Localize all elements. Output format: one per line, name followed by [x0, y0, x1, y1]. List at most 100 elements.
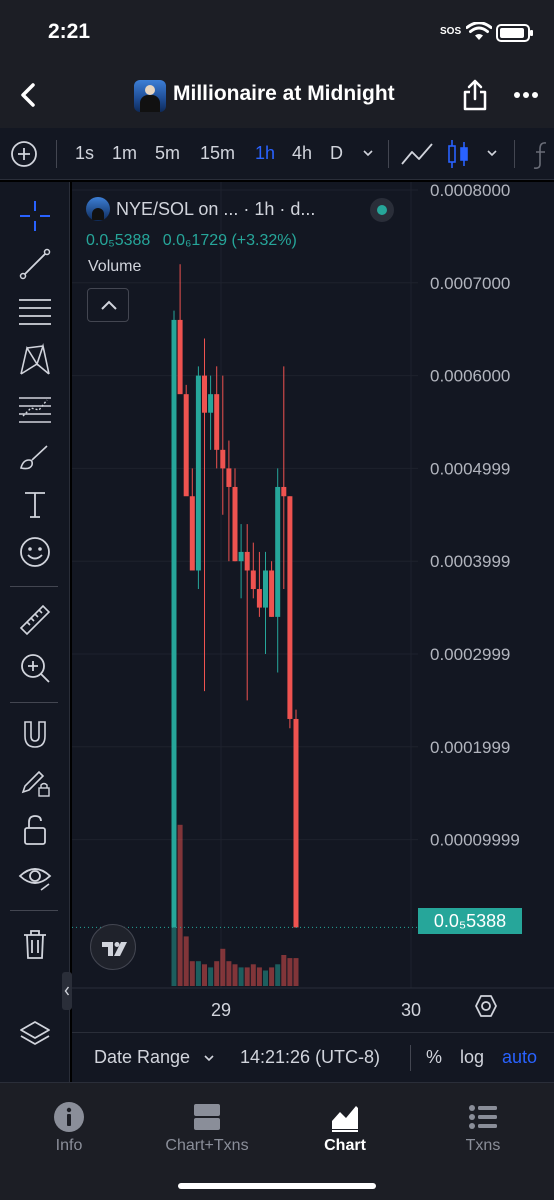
- back-icon[interactable]: [14, 80, 44, 110]
- brush-icon[interactable]: [17, 438, 53, 474]
- volume-bar: [281, 955, 287, 986]
- toolbar-divider: [56, 140, 57, 168]
- zoom-in-icon[interactable]: [17, 650, 53, 686]
- candle-body: [281, 486, 287, 497]
- candle-body: [232, 486, 238, 562]
- line-chart-icon[interactable]: [400, 140, 434, 168]
- emoji-icon[interactable]: [17, 534, 53, 570]
- candle-body: [220, 449, 226, 469]
- interval-1m[interactable]: 1m: [112, 143, 137, 164]
- share-icon[interactable]: [460, 78, 490, 112]
- projection-icon[interactable]: [17, 390, 53, 426]
- ruler-icon[interactable]: [17, 602, 53, 638]
- volume-bar: [202, 964, 207, 986]
- area-chart-icon: [332, 1106, 358, 1132]
- collapse-legend-button[interactable]: [87, 288, 129, 322]
- chart-footer: Date Range 14:21:26 (UTC-8) % log auto: [72, 1032, 554, 1082]
- chevron-down-icon[interactable]: [361, 146, 375, 160]
- candle-body: [226, 468, 232, 487]
- toolbar-divider: [10, 586, 58, 587]
- y-axis-label: 0.0002999: [430, 645, 510, 664]
- legend-change: 0.0₆1729 (+3.32%): [162, 232, 297, 249]
- candle-body: [195, 375, 201, 571]
- volume-bar: [293, 958, 299, 986]
- toolbar-divider: [10, 702, 58, 703]
- tab-label: Info: [55, 1137, 83, 1154]
- candle-body: [214, 394, 220, 450]
- chart-clock[interactable]: 14:21:26 (UTC-8): [240, 1047, 380, 1068]
- interval-4h[interactable]: 4h: [292, 143, 312, 164]
- interval-d[interactable]: D: [330, 143, 343, 164]
- candlestick-chart[interactable]: 0.0008000 0.0007000 0.0006000 0.0004999 0.00…: [72, 182, 554, 1032]
- add-icon[interactable]: [10, 140, 38, 168]
- magnet-icon[interactable]: [17, 716, 53, 752]
- interval-5m[interactable]: 5m: [155, 143, 180, 164]
- chevron-left-icon: [64, 986, 70, 996]
- auto-scale-button[interactable]: auto: [502, 1047, 537, 1068]
- candle-body: [183, 394, 189, 497]
- y-axis-label: 0.0001999: [430, 738, 510, 757]
- volume-bar: [287, 958, 293, 986]
- chevron-down-icon[interactable]: [202, 1051, 216, 1065]
- volume-bar: [263, 970, 268, 986]
- date-range-button[interactable]: Date Range: [94, 1047, 190, 1068]
- legend-title[interactable]: NYE/SOL on ... · 1h · d...: [116, 199, 315, 220]
- chart-toolbar: 1s 1m 5m 15m 1h 4h D: [0, 128, 554, 180]
- log-scale-button[interactable]: log: [460, 1047, 484, 1068]
- trend-line-icon[interactable]: [17, 246, 53, 282]
- settings-icon[interactable]: [472, 992, 500, 1020]
- candle-body: [275, 486, 281, 617]
- volume-label[interactable]: Volume: [88, 258, 141, 276]
- volume-bar: [183, 936, 189, 986]
- tab-label: Chart: [324, 1137, 366, 1154]
- candlestick-icon[interactable]: [446, 138, 470, 170]
- nav-header: Millionaire at Midnight: [0, 62, 554, 128]
- text-icon[interactable]: [17, 486, 53, 522]
- x-axis-label: 30: [401, 1000, 421, 1020]
- lock-drawing-icon[interactable]: [17, 764, 53, 800]
- candle-body: [238, 551, 244, 562]
- pattern-icon[interactable]: [17, 342, 53, 378]
- volume-bar: [275, 964, 281, 986]
- trash-icon[interactable]: [17, 926, 53, 962]
- y-axis-label: 0.0003999: [430, 552, 510, 571]
- chart-area[interactable]: 0.0008000 0.0007000 0.0006000 0.0004999 0.00…: [72, 182, 554, 1082]
- token-logo: [86, 197, 110, 221]
- bottom-tab-bar: Info Chart+Txns Chart Txns: [0, 1082, 554, 1200]
- interval-15m[interactable]: 15m: [200, 143, 235, 164]
- footer-divider: [410, 1045, 411, 1071]
- volume-bar: [256, 967, 262, 986]
- y-axis-label: 0.0006000: [430, 367, 510, 386]
- interval-1h[interactable]: 1h: [255, 143, 275, 164]
- sos-indicator: SOS: [440, 26, 462, 37]
- tab-info[interactable]: Info: [0, 1083, 138, 1167]
- interval-1s[interactable]: 1s: [75, 143, 94, 164]
- tab-chart[interactable]: Chart: [276, 1083, 414, 1167]
- eye-icon[interactable]: [17, 860, 53, 896]
- x-axis-label: 29: [211, 1000, 231, 1020]
- crosshair-icon[interactable]: [17, 198, 53, 234]
- indicators-icon[interactable]: [530, 140, 554, 170]
- percent-scale-button[interactable]: %: [426, 1047, 442, 1068]
- tab-label: Chart+Txns: [165, 1137, 249, 1154]
- tradingview-logo[interactable]: [90, 924, 136, 970]
- chart-legend: NYE/SOL on ... · 1h · d... 0.0₅5388 0.0₆…: [86, 196, 394, 250]
- market-status-icon[interactable]: [370, 198, 394, 222]
- candle-body: [287, 496, 293, 719]
- candle-body: [177, 319, 183, 395]
- unlock-icon[interactable]: [17, 812, 53, 848]
- tab-chart-txns[interactable]: Chart+Txns: [138, 1083, 276, 1167]
- current-price-tag: 0.0₅5388: [418, 908, 522, 934]
- page-title: Millionaire at Midnight: [173, 82, 395, 105]
- candle-body: [208, 394, 214, 413]
- chevron-down-icon[interactable]: [485, 146, 499, 160]
- volume-bar: [238, 967, 244, 986]
- battery-icon: [496, 24, 533, 42]
- collapse-toolbar-handle[interactable]: [62, 972, 72, 1010]
- more-icon[interactable]: [512, 84, 540, 106]
- candle-body: [263, 570, 268, 608]
- tab-txns[interactable]: Txns: [414, 1083, 552, 1167]
- candle-body: [171, 319, 177, 928]
- layers-icon[interactable]: [17, 1016, 53, 1052]
- fib-retracement-icon[interactable]: [17, 294, 53, 330]
